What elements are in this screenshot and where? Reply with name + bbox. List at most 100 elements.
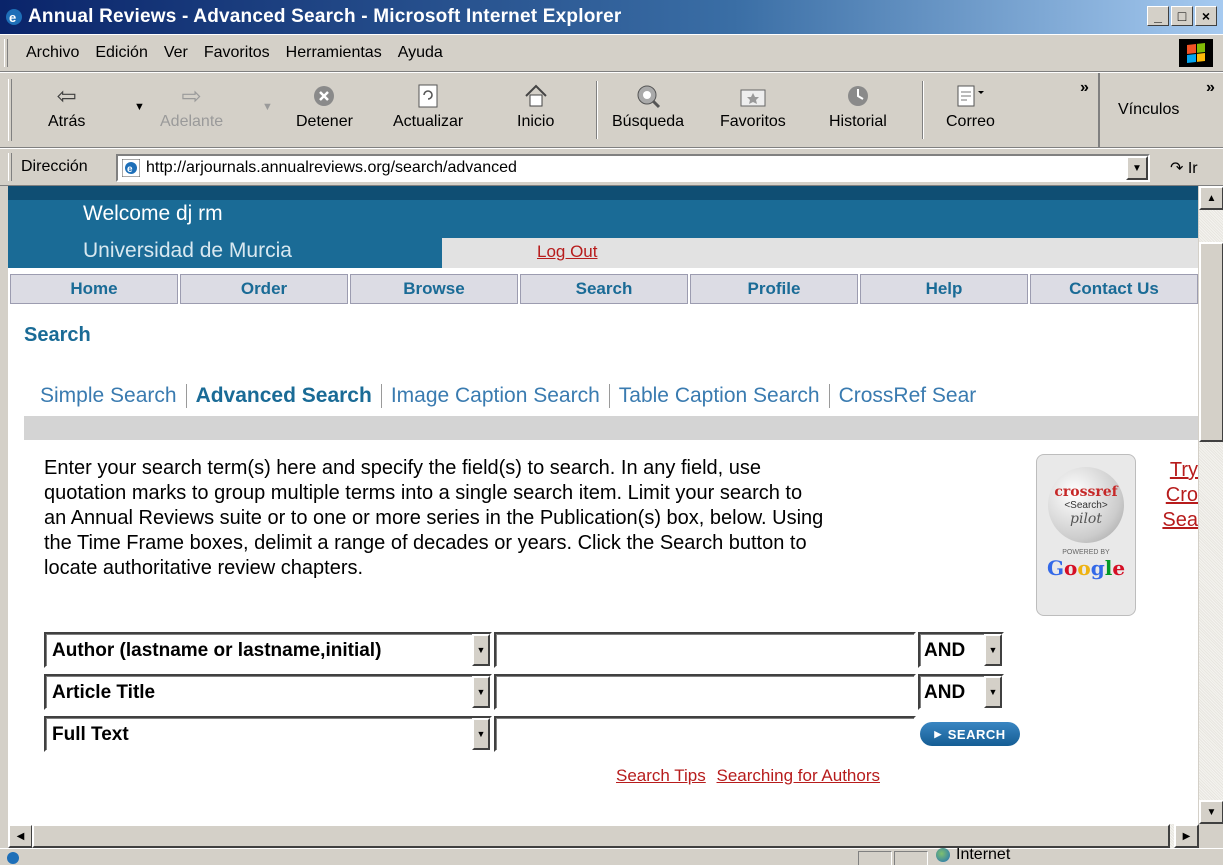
nav-browse[interactable]: Browse [350, 274, 518, 304]
site-nav: Home Order Browse Search Profile Help Co… [8, 274, 1198, 304]
vertical-scroll-thumb[interactable] [1199, 242, 1223, 442]
search-tips-link[interactable]: Search Tips [616, 766, 706, 785]
try-crossref-search-link[interactable]: Try Cro Sea [1154, 458, 1198, 533]
search-instructions: Enter your search term(s) here and speci… [44, 456, 1034, 581]
favorites-folder-icon [739, 79, 767, 113]
address-input[interactable]: e http://arjournals.annualreviews.org/se… [116, 154, 1150, 182]
stop-button[interactable]: Detener [296, 79, 353, 131]
nav-help[interactable]: Help [860, 274, 1028, 304]
nav-home[interactable]: Home [10, 274, 178, 304]
instruction-line: quotation marks to group multiple terms … [44, 482, 803, 504]
search-term-input[interactable] [494, 674, 916, 710]
back-arrow-icon: ⇦ [56, 82, 77, 110]
history-icon [845, 79, 871, 113]
nav-order[interactable]: Order [180, 274, 348, 304]
institution-text: Universidad de Murcia [83, 239, 292, 262]
refresh-icon [416, 79, 440, 113]
address-bar: Dirección e http://arjournals.annualrevi… [0, 148, 1223, 186]
vertical-scrollbar[interactable]: ▲ ▼ [1198, 186, 1223, 824]
status-segment [858, 851, 892, 865]
field-select[interactable]: Article Title ▼ [44, 674, 492, 710]
menu-herramientas[interactable]: Herramientas [278, 44, 390, 62]
back-dropdown-icon[interactable]: ▼ [134, 101, 145, 113]
tab-image-caption-search[interactable]: Image Caption Search [382, 384, 610, 408]
instruction-line: Enter your search term(s) here and speci… [44, 457, 761, 479]
stop-icon [312, 79, 336, 113]
play-arrow-icon: ▶ [934, 728, 942, 739]
search-submit-button[interactable]: ▶ SEARCH [920, 722, 1020, 746]
tab-advanced-search[interactable]: Advanced Search [187, 384, 382, 408]
toolbar-grip [8, 79, 12, 141]
menu-edicion[interactable]: Edición [87, 44, 155, 62]
field-select[interactable]: Full Text ▼ [44, 716, 492, 752]
chevron-down-icon[interactable]: ▼ [984, 634, 1002, 666]
favorites-button[interactable]: Favoritos [720, 79, 786, 131]
scroll-left-icon[interactable]: ◀ [8, 824, 33, 848]
chevron-down-icon[interactable]: ▼ [472, 676, 490, 708]
nav-contact-us[interactable]: Contact Us [1030, 274, 1198, 304]
addressbar-grip [8, 153, 12, 181]
mail-button[interactable]: Correo [946, 79, 995, 131]
instruction-line: locate authoritative review chapters. [44, 557, 364, 579]
internet-globe-icon [936, 848, 950, 862]
history-label: Historial [829, 113, 887, 130]
operator-select[interactable]: AND ▼ [918, 674, 1004, 710]
links-label[interactable]: Vínculos [1118, 101, 1179, 119]
logout-link[interactable]: Log Out [537, 242, 598, 262]
back-label: Atrás [48, 113, 86, 130]
home-label: Inicio [517, 113, 555, 130]
google-logo: Google [1046, 556, 1126, 580]
tab-crossref-search[interactable]: CrossRef Sear [830, 384, 986, 408]
back-button[interactable]: ⇦ Atrás [48, 79, 85, 131]
operator-select[interactable]: AND ▼ [918, 632, 1004, 668]
horizontal-scroll-thumb[interactable] [32, 824, 1170, 848]
scroll-right-icon[interactable]: ▶ [1174, 824, 1199, 848]
mail-icon [955, 79, 985, 113]
menu-bar: Archivo Edición Ver Favoritos Herramient… [0, 34, 1223, 72]
forward-arrow-icon: ⇨ [181, 82, 202, 110]
search-term-input[interactable] [494, 716, 916, 752]
nav-profile[interactable]: Profile [690, 274, 858, 304]
menu-favoritos[interactable]: Favoritos [196, 44, 278, 62]
chevron-down-icon[interactable]: ▼ [984, 676, 1002, 708]
chevron-down-icon[interactable]: ▼ [472, 718, 490, 750]
tab-simple-search[interactable]: Simple Search [24, 384, 187, 408]
tab-table-caption-search[interactable]: Table Caption Search [610, 384, 830, 408]
field-select[interactable]: Author (lastname or lastname,initial) ▼ [44, 632, 492, 668]
forward-dropdown-icon[interactable]: ▼ [262, 101, 273, 113]
go-arrow-icon: ↷ [1170, 160, 1184, 177]
chevron-down-icon[interactable]: ▼ [472, 634, 490, 666]
stop-label: Detener [296, 113, 353, 130]
go-button[interactable]: ↷ Ir [1170, 158, 1198, 178]
search-term-input[interactable] [494, 632, 916, 668]
menu-ver[interactable]: Ver [156, 44, 196, 62]
search-toolbar-button[interactable]: Búsqueda [612, 79, 684, 131]
instruction-line: an Annual Reviews suite or to one or mor… [44, 507, 824, 529]
scroll-up-icon[interactable]: ▲ [1199, 186, 1223, 210]
close-button[interactable]: × [1195, 6, 1217, 26]
menu-archivo[interactable]: Archivo [8, 44, 87, 62]
window-titlebar: e Annual Reviews - Advanced Search - Mic… [0, 0, 1223, 34]
refresh-label: Actualizar [393, 113, 464, 130]
maximize-button[interactable]: □ [1171, 6, 1193, 26]
menu-ayuda[interactable]: Ayuda [390, 44, 451, 62]
search-tabs: Simple Search Advanced Search Image Capt… [24, 379, 1198, 413]
page-ie-icon: e [122, 159, 140, 177]
history-button[interactable]: Historial [829, 79, 887, 131]
toolbar-overflow-chevron-icon[interactable]: » [1080, 79, 1089, 97]
links-overflow-chevron-icon[interactable]: » [1206, 79, 1215, 97]
nav-search[interactable]: Search [520, 274, 688, 304]
forward-label: Adelante [160, 113, 224, 130]
crossref-google-badge[interactable]: crossref <Search> pilot POWERED BY Googl… [1036, 454, 1136, 616]
address-dropdown-icon[interactable]: ▼ [1126, 156, 1148, 180]
header-top-strip [8, 186, 1198, 200]
minimize-button[interactable]: _ [1147, 6, 1169, 26]
searching-for-authors-link[interactable]: Searching for Authors [717, 766, 880, 785]
horizontal-scrollbar[interactable]: ◀ ▶ [8, 824, 1199, 848]
address-label: Dirección [21, 158, 88, 175]
scroll-down-icon[interactable]: ▼ [1199, 800, 1223, 824]
links-bar: Vínculos » [1098, 73, 1223, 149]
refresh-button[interactable]: Actualizar [393, 79, 463, 131]
forward-button[interactable]: ⇨ Adelante [160, 79, 223, 131]
home-button[interactable]: Inicio [517, 79, 554, 131]
